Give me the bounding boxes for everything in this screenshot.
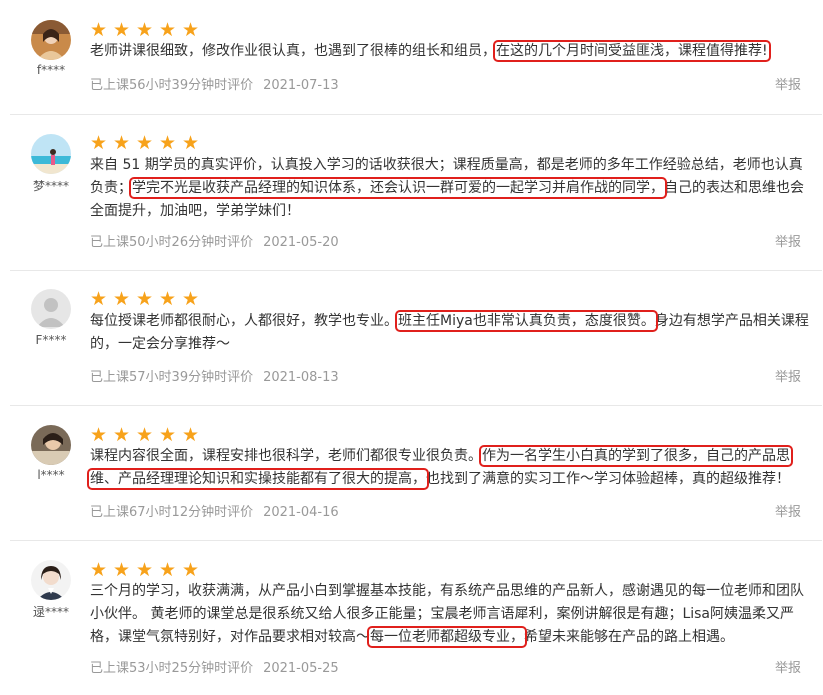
star-icon: ★ <box>113 132 131 154</box>
star-icon: ★ <box>182 19 200 41</box>
review-text-tail: 也找到了满意的实习工作～学习体验超棒，真的超级推荐！ <box>426 471 790 487</box>
star-icon: ★ <box>182 288 200 310</box>
star-icon: ★ <box>136 288 154 310</box>
star-icon: ★ <box>113 559 131 581</box>
star-icon: ★ <box>90 288 108 310</box>
review-meta: 已上课57小时39分钟时评价 2021-08-13 <box>90 366 339 385</box>
username[interactable]: f**** <box>20 63 82 77</box>
star-icon: ★ <box>136 559 154 581</box>
review-text: 来自 51 期学员的真实评价，认真投入学习的话收获很大；课程质量高，都是老师的多… <box>90 154 812 223</box>
review-meta: 已上课50小时26分钟时评价 2021-05-20 <box>90 231 339 250</box>
avatar[interactable] <box>31 20 71 60</box>
star-icon: ★ <box>113 288 131 310</box>
star-rating: ★ ★ ★ ★ ★ <box>90 424 201 446</box>
star-icon: ★ <box>159 424 177 446</box>
star-icon: ★ <box>90 559 108 581</box>
star-icon: ★ <box>182 132 200 154</box>
divider <box>10 405 822 406</box>
star-rating: ★ ★ ★ ★ ★ <box>90 132 201 154</box>
star-icon: ★ <box>159 288 177 310</box>
review-text: 三个月的学习，收获满满，从产品小白到掌握基本技能，有系统产品思维的产品新人，感谢… <box>90 580 812 649</box>
report-link[interactable]: 举报 <box>775 657 801 676</box>
star-icon: ★ <box>136 19 154 41</box>
report-link[interactable]: 举报 <box>775 366 801 385</box>
report-link[interactable]: 举报 <box>775 501 801 520</box>
highlighted-text: 在这的几个月时间受益匪浅，课程值得推荐! <box>493 40 771 62</box>
star-rating: ★ ★ ★ ★ ★ <box>90 19 201 41</box>
star-icon: ★ <box>136 132 154 154</box>
review-meta: 已上课56小时39分钟时评价 2021-07-13 <box>90 74 339 93</box>
star-icon: ★ <box>182 424 200 446</box>
highlighted-text: 学完不光是收获产品经理的知识体系，还会认识一群可爱的一起学习并肩作战的同学， <box>129 177 667 199</box>
review-text: 每位授课老师都很耐心，人都很好，教学也专业。班主任Miya也非常认真负责，态度很… <box>90 310 812 356</box>
review-date: 2021-08-13 <box>263 370 339 385</box>
report-link[interactable]: 举报 <box>775 231 801 250</box>
username[interactable]: F**** <box>20 333 82 347</box>
star-icon: ★ <box>182 559 200 581</box>
star-icon: ★ <box>113 424 131 446</box>
username[interactable]: l**** <box>20 468 82 482</box>
review-text: 课程内容很全面，课程安排也很科学，老师们都很专业很负责。作为一名学生小白真的学到… <box>87 445 812 491</box>
study-time: 已上课57小时39分钟时评价 <box>90 370 254 385</box>
review-meta: 已上课53小时25分钟时评价 2021-05-25 <box>90 657 339 676</box>
star-icon: ★ <box>113 19 131 41</box>
avatar[interactable] <box>31 425 71 465</box>
review-text: 老师讲课很细致，修改作业很认真，也遇到了很棒的组长和组员，在这的几个月时间受益匪… <box>90 40 812 63</box>
review-date: 2021-07-13 <box>263 78 339 93</box>
study-time: 已上课50小时26分钟时评价 <box>90 235 254 250</box>
highlighted-text: 每一位老师都超级专业， <box>367 626 527 648</box>
review-text-body: 每位授课老师都很耐心，人都很好，教学也专业。 <box>90 313 398 329</box>
review-text-body: 老师讲课很细致，修改作业很认真，也遇到了很棒的组长和组员， <box>90 43 496 59</box>
star-icon: ★ <box>90 132 108 154</box>
avatar[interactable] <box>31 289 71 329</box>
star-icon: ★ <box>90 424 108 446</box>
review-date: 2021-05-20 <box>263 235 339 250</box>
report-link[interactable]: 举报 <box>775 74 801 93</box>
star-rating: ★ ★ ★ ★ ★ <box>90 559 201 581</box>
username[interactable]: 逯**** <box>20 603 82 620</box>
study-time: 已上课56小时39分钟时评价 <box>90 78 254 93</box>
review-date: 2021-04-16 <box>263 505 339 520</box>
star-icon: ★ <box>159 559 177 581</box>
review-date: 2021-05-25 <box>263 661 339 676</box>
study-time: 已上课53小时25分钟时评价 <box>90 661 254 676</box>
star-icon: ★ <box>159 19 177 41</box>
review-text-body: 课程内容很全面，课程安排也很科学，老师们都很专业很负责。 <box>90 448 482 464</box>
divider <box>10 540 822 541</box>
study-time: 已上课67小时12分钟时评价 <box>90 505 254 520</box>
divider <box>10 270 822 271</box>
review-text-tail: 希望未来能够在产品的路上相遇。 <box>524 629 734 645</box>
star-icon: ★ <box>159 132 177 154</box>
highlighted-text: 班主任Miya也非常认真负责，态度很赞。 <box>395 310 658 332</box>
avatar[interactable] <box>31 560 71 600</box>
username[interactable]: 梦**** <box>20 177 82 194</box>
star-rating: ★ ★ ★ ★ ★ <box>90 288 201 310</box>
avatar[interactable] <box>31 134 71 174</box>
review-meta: 已上课67小时12分钟时评价 2021-04-16 <box>90 501 339 520</box>
divider <box>10 114 822 115</box>
star-icon: ★ <box>90 19 108 41</box>
star-icon: ★ <box>136 424 154 446</box>
